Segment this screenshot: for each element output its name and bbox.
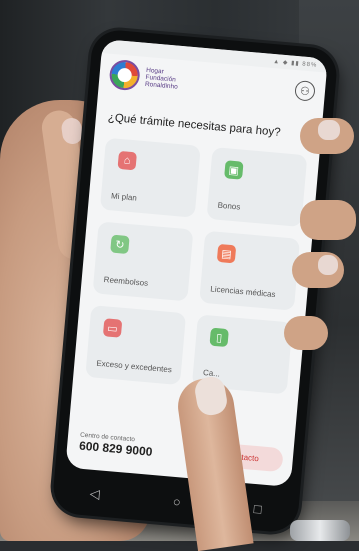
tile-bonos[interactable]: ▣ Bonos <box>206 147 308 228</box>
brand-name: Hogar Fundación Ronaldinho <box>145 66 180 90</box>
home-icon: ⌂ <box>117 150 137 171</box>
right-finger-2 <box>300 200 356 240</box>
refresh-icon: ↻ <box>110 234 130 255</box>
card-icon: ▯ <box>209 327 229 348</box>
contact-center: Centro de contacto 600 829 9000 <box>79 432 154 459</box>
fingernail <box>318 120 340 140</box>
services-grid: ⌂ Mi plan ▣ Bonos ↻ Reembolsos ▤ Licenci… <box>73 137 319 396</box>
silver-ring <box>290 520 350 541</box>
home-nav-icon[interactable]: ○ <box>172 493 181 509</box>
back-icon[interactable]: ◁ <box>89 486 100 503</box>
recent-apps-icon[interactable]: □ <box>253 501 262 517</box>
tile-label: Exceso y excedentes <box>96 358 173 375</box>
tile-licencias[interactable]: ▤ Licencias médicas <box>199 230 301 311</box>
gift-icon: ▣ <box>224 160 244 180</box>
tile-exceso[interactable]: ▭ Exceso y excedentes <box>85 305 187 386</box>
tile-label: Mi plan <box>110 191 138 203</box>
right-finger-4 <box>284 316 328 350</box>
user-icon[interactable]: ⚇ <box>294 80 316 102</box>
tile-label: Licencias médicas <box>209 284 276 300</box>
tile-label: Reembolsos <box>103 275 149 288</box>
status-text: ▲ ◆ ▮▮ 88% <box>272 58 318 69</box>
fingernail <box>318 255 338 275</box>
brand-logo-icon <box>108 58 141 92</box>
folder-icon: ▭ <box>102 318 123 338</box>
tile-mi-plan[interactable]: ⌂ Mi plan <box>99 137 201 218</box>
tile-reembolsos[interactable]: ↻ Reembolsos <box>92 221 194 302</box>
tile-label: Bonos <box>217 200 241 212</box>
document-icon: ▤ <box>216 243 237 264</box>
